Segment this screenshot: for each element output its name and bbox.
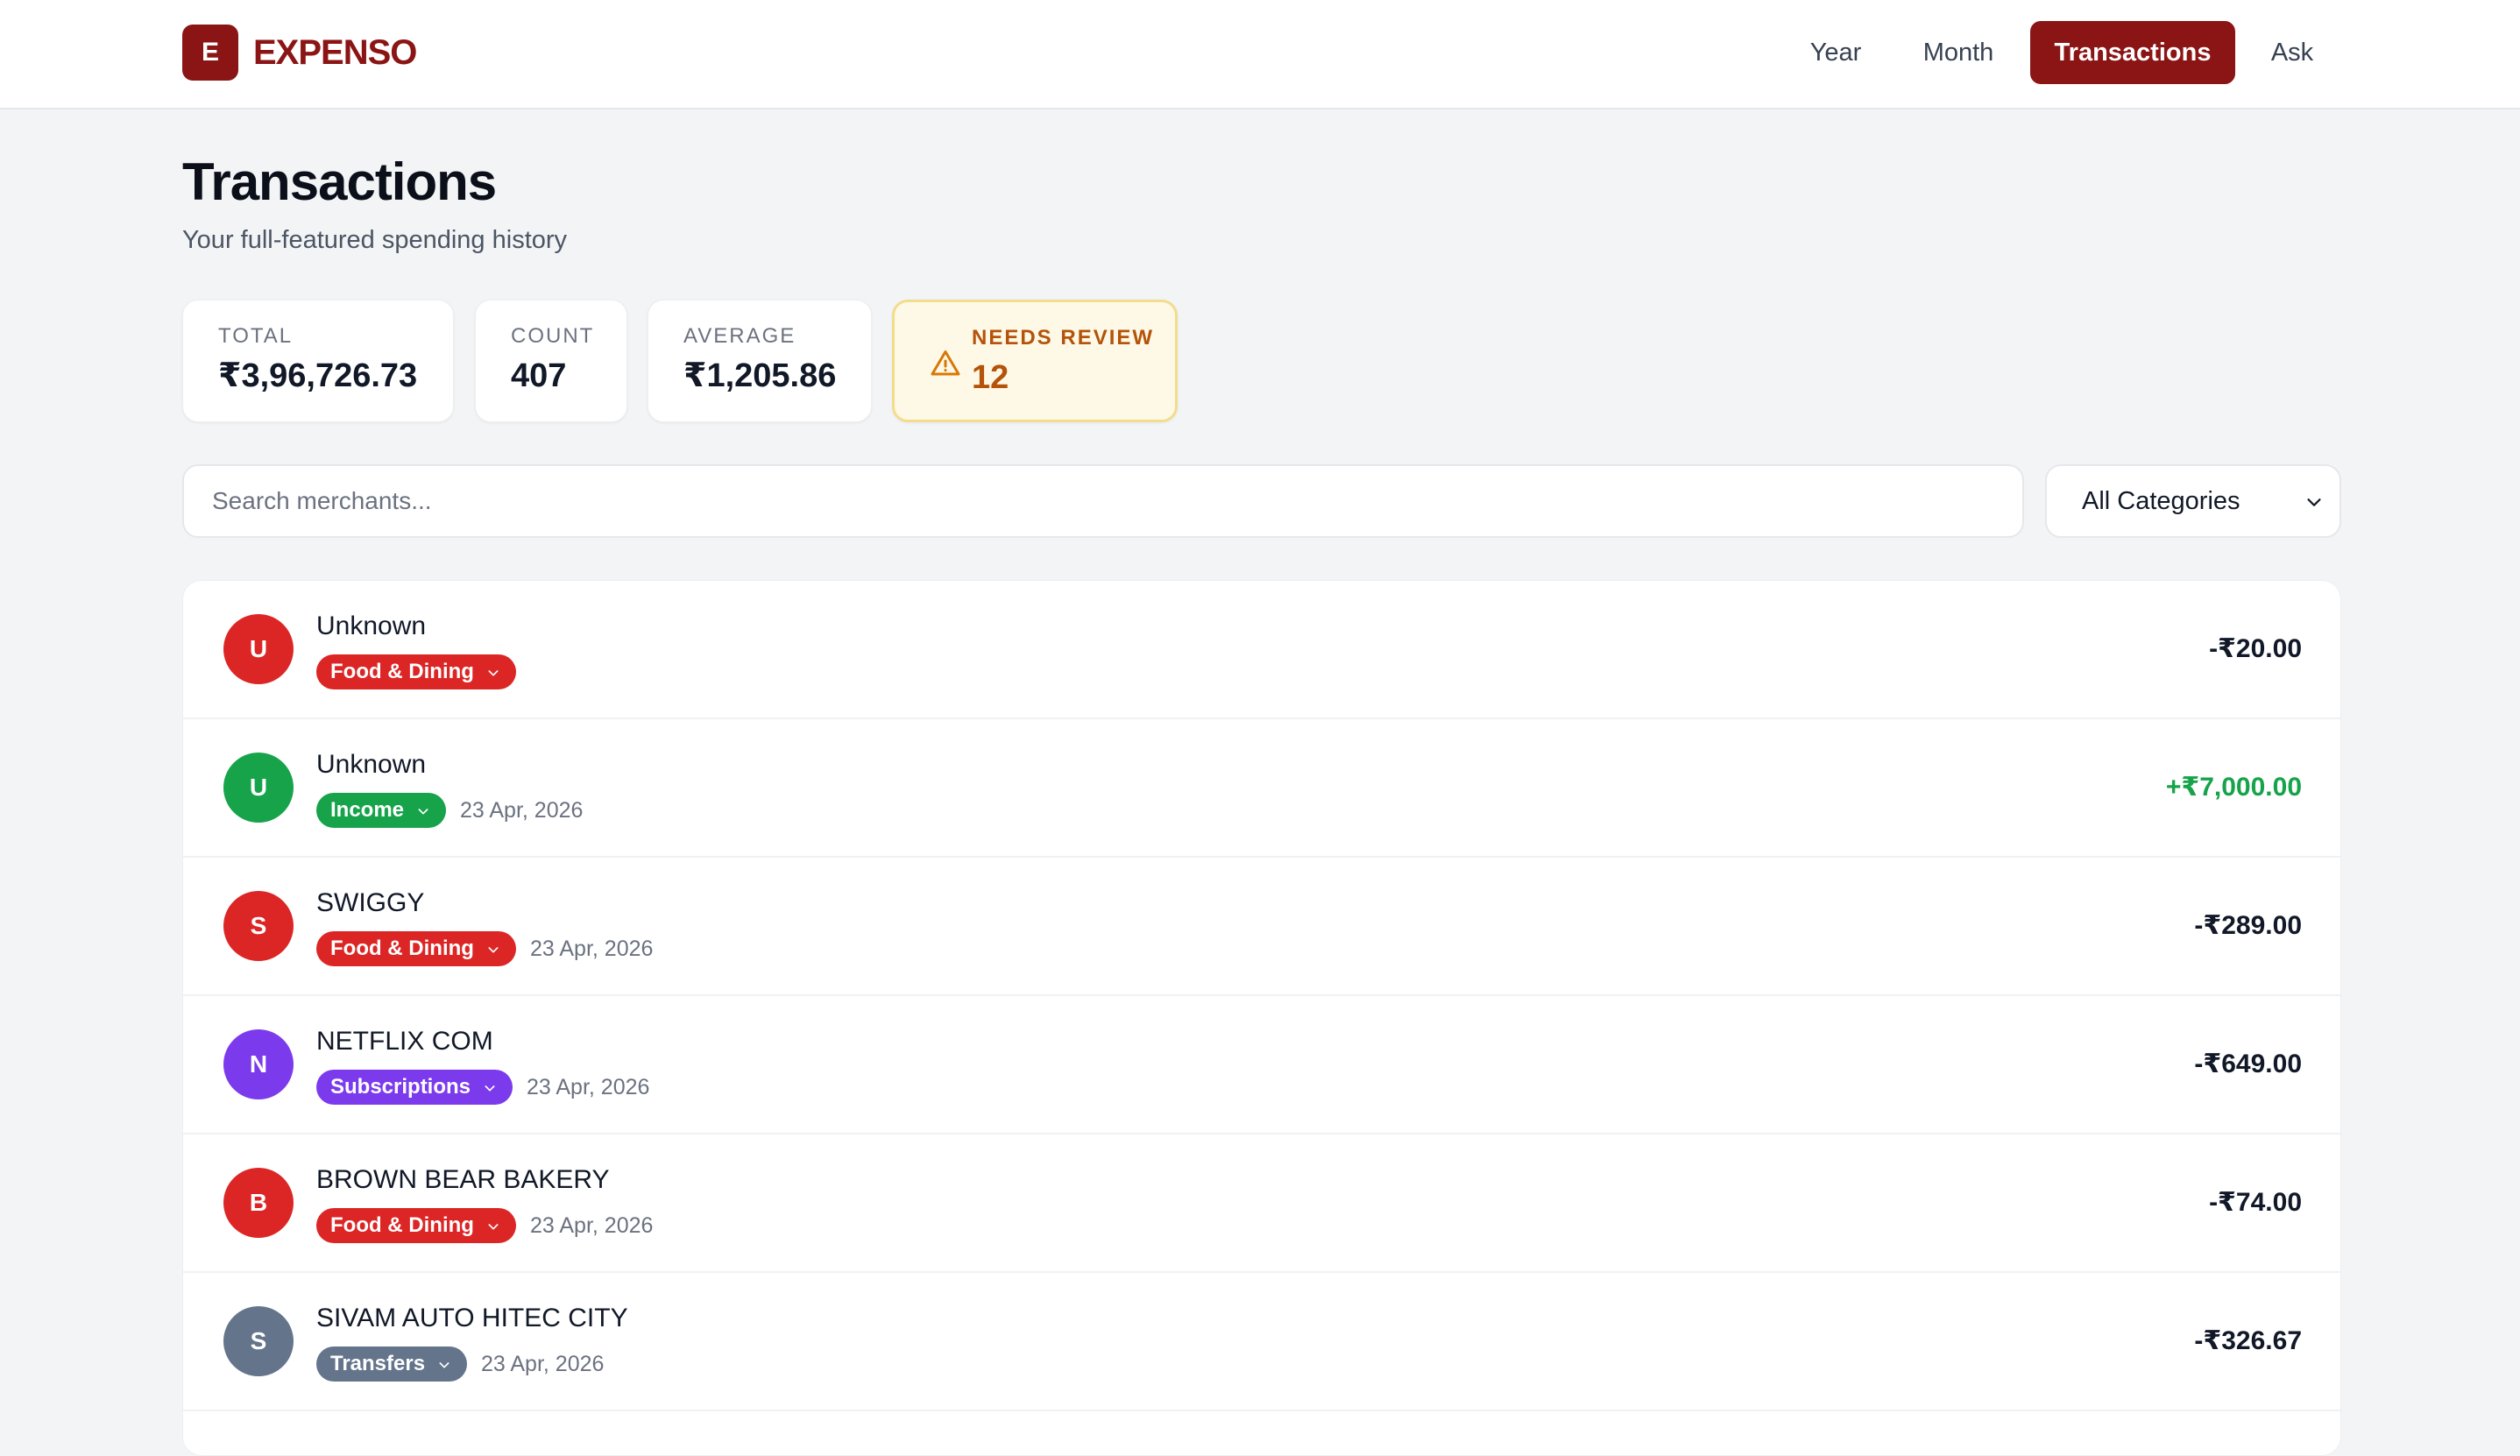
merchant-name: Unknown: [316, 750, 427, 779]
category-label: Food & Dining: [330, 937, 474, 960]
transactions-list: U Unknown Food & Dining -₹20.00 U Unknown Inco…: [182, 580, 2341, 1456]
transaction-amount: -₹326.67: [2194, 1326, 2302, 1355]
nav-month[interactable]: Month: [1910, 21, 2007, 84]
stat-value: ₹3,96,726.73: [218, 357, 418, 394]
transaction-amount: -₹20.00: [2209, 634, 2302, 663]
merchant-name: Unknown: [316, 611, 427, 640]
chevron-down-icon: [2307, 498, 2321, 506]
transaction-amount: +₹7,000.00: [2165, 773, 2302, 802]
merchant-avatar: B: [223, 1168, 294, 1238]
category-label: Food & Dining: [330, 660, 474, 683]
nav-transactions[interactable]: Transactions: [2030, 21, 2235, 84]
chevron-down-icon: [418, 809, 428, 815]
merchant-avatar: S: [223, 1306, 294, 1376]
stat-label: TOTAL: [218, 324, 294, 348]
transaction-date: 23 Apr, 2026: [530, 937, 654, 961]
page-subtitle: Your full-featured spending history: [182, 226, 568, 254]
stat-value: 407: [511, 357, 567, 394]
stat-card-count: COUNT 407: [475, 300, 627, 422]
stat-label: AVERAGE: [683, 324, 796, 348]
transaction-row[interactable]: U Unknown Food & Dining -₹20.00: [183, 581, 2340, 719]
brand-name[interactable]: EXPENSO: [253, 32, 417, 74]
category-label: Income: [330, 798, 405, 822]
category-dropdown[interactable]: Income: [316, 793, 447, 828]
transaction-row[interactable]: S SIVAM AUTO HITEC CITY Transfers 23 Apr, 2…: [183, 1273, 2340, 1411]
search-merchants-input[interactable]: [182, 464, 2024, 538]
category-label: Transfers: [330, 1352, 426, 1375]
transaction-date: 23 Apr, 2026: [527, 1075, 650, 1099]
transaction-row[interactable]: N NETFLIX COM Subscriptions 23 Apr, 2026 -₹6…: [183, 996, 2340, 1134]
merchant-avatar: U: [223, 614, 294, 684]
transaction-amount: -₹289.00: [2194, 911, 2302, 940]
category-select-value: All Categories: [2082, 487, 2240, 515]
transaction-row[interactable]: B BROWN BEAR BAKERY Food & Dining 23 Apr, 2…: [183, 1134, 2340, 1273]
category-dropdown[interactable]: Food & Dining: [316, 1208, 516, 1243]
category-label: Subscriptions: [330, 1075, 471, 1099]
chevron-down-icon: [488, 1224, 499, 1230]
stat-card-total: TOTAL ₹3,96,726.73: [182, 300, 454, 422]
stat-value: ₹1,205.86: [683, 357, 837, 394]
category-label: Food & Dining: [330, 1213, 474, 1237]
merchant-name: SWIGGY: [316, 888, 425, 917]
page-title: Transactions: [182, 152, 497, 211]
nav-ask[interactable]: Ask: [2257, 21, 2327, 84]
nav-year[interactable]: Year: [1789, 21, 1882, 84]
merchant-avatar: N: [223, 1029, 294, 1099]
logo-mark[interactable]: E: [182, 25, 238, 81]
stat-label: COUNT: [511, 324, 595, 348]
transaction-amount: -₹649.00: [2194, 1050, 2302, 1078]
category-dropdown[interactable]: Transfers: [316, 1346, 468, 1382]
warning-icon: [931, 350, 960, 376]
category-dropdown[interactable]: Food & Dining: [316, 931, 516, 966]
transaction-amount: -₹74.00: [2209, 1188, 2302, 1217]
category-select[interactable]: All Categories: [2045, 464, 2341, 538]
transaction-date: 23 Apr, 2026: [460, 798, 584, 823]
merchant-name: BROWN BEAR BAKERY: [316, 1165, 610, 1194]
merchant-name: NETFLIX COM: [316, 1027, 493, 1056]
stat-label: NEEDS REVIEW: [972, 326, 1155, 350]
stat-card-average: AVERAGE ₹1,205.86: [648, 300, 872, 422]
chevron-down-icon: [439, 1362, 449, 1368]
category-dropdown[interactable]: Food & Dining: [316, 654, 516, 689]
chevron-down-icon: [488, 947, 499, 953]
transaction-row[interactable]: U Unknown Income 23 Apr, 2026 +₹7,000.00: [183, 719, 2340, 858]
transaction-date: 23 Apr, 2026: [530, 1213, 654, 1238]
top-navigation-bar: E EXPENSO Year Month Transactions Ask: [0, 0, 2520, 110]
transaction-date: 23 Apr, 2026: [481, 1352, 605, 1376]
category-dropdown[interactable]: Subscriptions: [316, 1070, 513, 1105]
stat-value: 12: [972, 359, 1009, 396]
transaction-row[interactable]: S SWIGGY Food & Dining 23 Apr, 2026 -₹289.00: [183, 858, 2340, 996]
stat-card-needs-review[interactable]: NEEDS REVIEW 12: [892, 300, 1178, 422]
chevron-down-icon: [488, 670, 499, 676]
chevron-down-icon: [485, 1085, 495, 1092]
merchant-avatar: S: [223, 891, 294, 961]
merchant-name: SIVAM AUTO HITEC CITY: [316, 1304, 628, 1332]
merchant-avatar: U: [223, 753, 294, 823]
